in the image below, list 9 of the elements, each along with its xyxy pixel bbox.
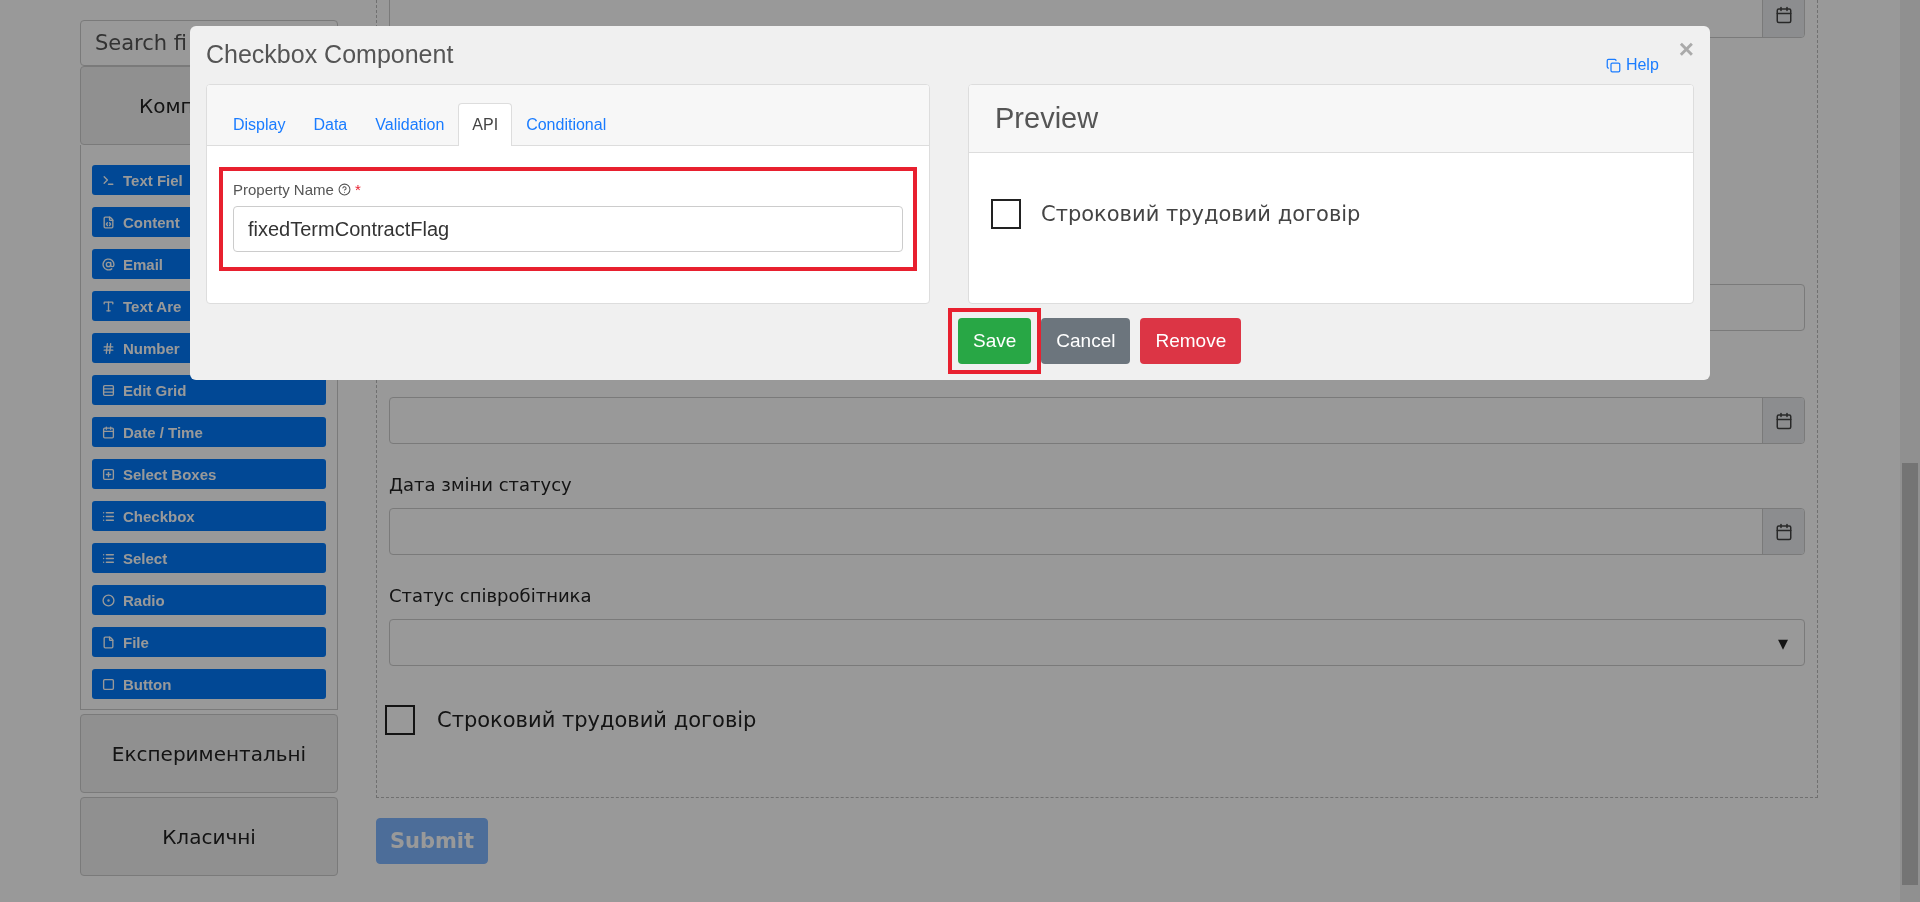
field-label: Property Name bbox=[233, 181, 334, 198]
checkbox-label: Строковий трудовий договір bbox=[1041, 202, 1361, 226]
preview-title: Preview bbox=[995, 102, 1099, 135]
modal-title: Checkbox Component bbox=[206, 40, 454, 69]
field-label: Дата зміни статусу bbox=[389, 474, 573, 496]
field-label: Статус співробітника bbox=[389, 585, 593, 607]
caret-icon: ▾ bbox=[1777, 632, 1788, 653]
checkbox-label: Строковий трудовий договір bbox=[437, 708, 757, 732]
required-mark: * bbox=[354, 181, 361, 198]
